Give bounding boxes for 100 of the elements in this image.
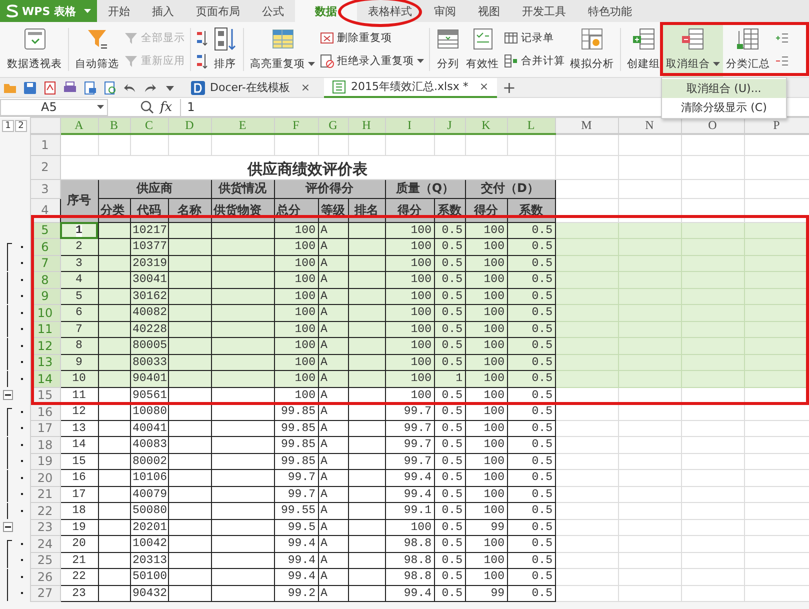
table-cell: 0.5 bbox=[532, 456, 552, 468]
ribbon-button[interactable]: 模拟分析 bbox=[567, 22, 617, 77]
column-header[interactable]: E bbox=[211, 118, 274, 134]
table-cell: 40083 bbox=[132, 439, 167, 452]
table-cell: 100 bbox=[484, 324, 504, 336]
table-cell: 7 bbox=[76, 324, 82, 336]
funnel-icon bbox=[85, 27, 109, 51]
table-cell: 10217 bbox=[132, 224, 167, 237]
column-header[interactable]: P bbox=[744, 118, 809, 134]
menu-tab[interactable]: 开始 bbox=[97, 0, 141, 22]
table-cell: 20201 bbox=[132, 522, 167, 534]
ribbon-button[interactable]: 记录单 bbox=[504, 30, 565, 45]
row-header[interactable]: 2 bbox=[41, 161, 49, 173]
table-cell: 6 bbox=[76, 307, 82, 320]
checklist-icon bbox=[470, 27, 494, 51]
ribbon-button[interactable]: 自动筛选 bbox=[72, 22, 122, 77]
column-header[interactable]: F bbox=[274, 118, 318, 134]
ribbon-button[interactable]: 高亮重复项 bbox=[247, 22, 318, 77]
ribbon-button[interactable]: 拒绝录入重复项 bbox=[320, 54, 424, 68]
column-header[interactable]: L bbox=[507, 118, 555, 134]
new-tab-button[interactable]: + bbox=[502, 78, 516, 97]
table-cell: 20 bbox=[72, 538, 86, 550]
print-icon[interactable] bbox=[63, 80, 77, 94]
column-header[interactable]: I bbox=[385, 118, 434, 134]
document-tab[interactable]: 2015年绩效汇总.xlsx * × bbox=[324, 78, 497, 98]
column-header[interactable]: M bbox=[555, 118, 618, 134]
function-button[interactable]: fx bbox=[160, 100, 172, 114]
table-cell: 100 bbox=[484, 472, 504, 484]
close-button[interactable]: × bbox=[300, 81, 310, 94]
table-cell: A bbox=[320, 588, 328, 600]
document-icon[interactable] bbox=[43, 80, 57, 94]
menu-tab[interactable]: 特色功能 bbox=[577, 0, 643, 22]
preview-icon[interactable] bbox=[103, 80, 117, 94]
menu-tab[interactable]: 数据 bbox=[295, 0, 357, 22]
menu-tab[interactable]: 表格样式 bbox=[357, 0, 423, 22]
menu-tab[interactable]: 开发工具 bbox=[511, 0, 577, 22]
table-cell: 100 bbox=[484, 290, 504, 303]
menu-tab[interactable]: 插入 bbox=[141, 0, 185, 22]
outline-level-button[interactable]: 2 bbox=[15, 120, 27, 132]
column-header[interactable]: B bbox=[98, 118, 130, 134]
table-cell: 10377 bbox=[132, 241, 167, 254]
table-cell: 99 bbox=[490, 588, 504, 600]
menu-item[interactable]: 清除分级显示 (C) bbox=[662, 98, 786, 117]
ribbon-button[interactable]: 删除重复项 bbox=[320, 30, 424, 45]
table-cell: 17 bbox=[72, 488, 86, 501]
table-cell: 99.85 bbox=[280, 406, 316, 418]
spreadsheet-icon bbox=[332, 80, 346, 94]
column-header[interactable]: D bbox=[168, 118, 211, 134]
menu-tab[interactable]: 视图 bbox=[467, 0, 511, 22]
print-preview-icon[interactable] bbox=[83, 80, 97, 94]
menu-tab[interactable]: 审阅 bbox=[423, 0, 467, 22]
document-tab[interactable]: Docer-在线模板 × bbox=[183, 78, 318, 98]
table-cell: 10 bbox=[72, 373, 86, 386]
column-header[interactable]: A bbox=[60, 118, 98, 134]
table-cell: A bbox=[320, 505, 328, 518]
table-cell: 0.5 bbox=[532, 538, 552, 550]
menu-tab[interactable]: 页面布局 bbox=[185, 0, 251, 22]
name-box[interactable]: A5 bbox=[0, 98, 108, 116]
table-cell: 0.5 bbox=[442, 422, 462, 435]
collapse-icon[interactable] bbox=[3, 522, 13, 532]
table-cell: 100 bbox=[484, 340, 504, 352]
table-cell: 100 bbox=[410, 258, 432, 270]
row-header[interactable]: 4 bbox=[41, 204, 49, 216]
table-cell: 99.85 bbox=[280, 439, 316, 452]
column-header[interactable]: N bbox=[618, 118, 681, 134]
show-detail-icon bbox=[775, 30, 789, 45]
table-cell: A bbox=[320, 373, 328, 386]
table-cell: 10080 bbox=[132, 406, 167, 418]
formula-field[interactable]: 1 bbox=[180, 98, 195, 116]
column-heading: 交付（D） bbox=[465, 179, 555, 198]
row-header[interactable]: 1 bbox=[41, 138, 49, 151]
caret-icon bbox=[84, 8, 91, 14]
ribbon-button[interactable]: 合并计算 bbox=[504, 54, 565, 68]
table-cell: 99.7 bbox=[404, 456, 432, 468]
save-icon[interactable] bbox=[23, 80, 37, 94]
ribbon-button[interactable]: 创建组 bbox=[624, 22, 663, 77]
table-cell: A bbox=[320, 241, 328, 254]
ribbon-button[interactable]: 分列 bbox=[433, 22, 463, 77]
table-cell: 1 bbox=[76, 224, 82, 237]
row-header[interactable]: 3 bbox=[41, 182, 49, 194]
table-cell: 100 bbox=[484, 488, 504, 501]
table-cell: 99.85 bbox=[280, 456, 316, 468]
menu-tab[interactable]: 公式 bbox=[251, 0, 295, 22]
outline-level-button[interactable]: 1 bbox=[2, 120, 14, 132]
table-cell: 0.5 bbox=[442, 488, 462, 501]
column-header[interactable]: H bbox=[348, 118, 385, 134]
column-header[interactable]: J bbox=[434, 118, 465, 134]
ribbon-button[interactable]: 有效性 bbox=[463, 22, 502, 77]
column-header[interactable]: C bbox=[130, 118, 168, 134]
collapse-icon[interactable] bbox=[3, 390, 13, 400]
column-header[interactable]: G bbox=[318, 118, 348, 134]
close-button[interactable]: × bbox=[479, 80, 489, 93]
ribbon-button[interactable]: 分类汇总 bbox=[723, 22, 773, 77]
menu-item[interactable]: 取消组合 (U)... bbox=[662, 79, 786, 98]
ribbon-button[interactable]: 排序 bbox=[210, 22, 240, 77]
app-logo[interactable]: WPS 表格 bbox=[0, 0, 97, 22]
column-header[interactable]: K bbox=[465, 118, 507, 134]
table-cell: A bbox=[320, 439, 328, 452]
column-heading: 供货情况 bbox=[211, 179, 274, 198]
ribbon-button[interactable]: 数据透视表 bbox=[4, 22, 65, 77]
